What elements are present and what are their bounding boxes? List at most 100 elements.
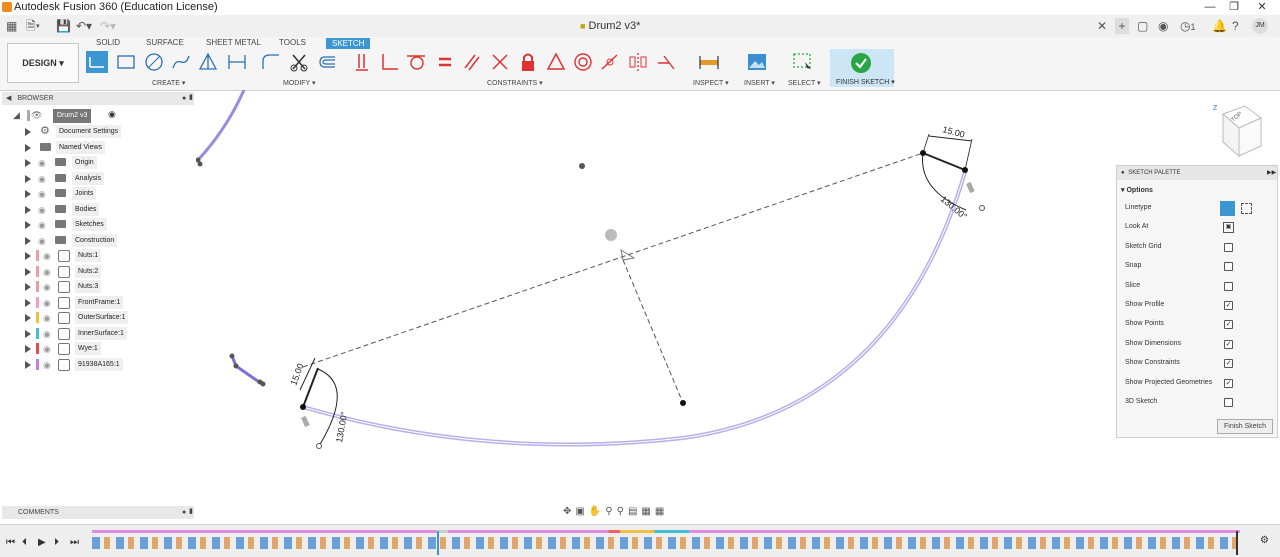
expand-arrow-icon[interactable] [25,128,31,136]
browser-item[interactable]: ◉ Bodies [0,202,195,217]
dimension-tool-icon[interactable] [226,51,248,73]
palette-checkbox[interactable]: ✓ [1224,339,1233,349]
browser-item[interactable]: ◉ Origin [0,155,195,170]
finish-sketch-button[interactable]: FINISH SKETCH ▾ [830,49,895,87]
undo-icon[interactable]: ↶▾ [76,18,92,34]
comments-panel[interactable]: COMMENTS ● ▮ [2,506,194,519]
visibility-eye-icon[interactable]: ◉ [38,174,46,185]
offset-tool-icon[interactable] [317,51,339,73]
browser-expand-icon[interactable]: ▮ [189,91,193,104]
browser-root-row[interactable]: ◢ 👁 Drum2 v3 ◉ [13,109,193,124]
save-icon[interactable]: 💾 [56,18,71,34]
expand-arrow-icon[interactable] [25,143,31,152]
centerline-linetype-icon[interactable] [1241,203,1252,214]
close-tab-icon[interactable]: ✕ [1097,18,1107,34]
expand-arrow-icon[interactable] [25,221,31,229]
equal-constraint-icon[interactable] [434,51,456,73]
palette-option-row[interactable]: Show Points ✓ [1117,316,1277,335]
smooth-constraint-icon[interactable] [599,51,621,73]
grid-menu-icon[interactable]: ▦ [6,18,17,34]
expand-arrow-icon[interactable] [25,283,31,291]
browser-item[interactable]: ◉ Nuts:1 [0,248,195,263]
palette-option-row[interactable]: 3D Sketch [1117,394,1277,413]
palette-checkbox[interactable]: ✓ [1224,320,1233,330]
visibility-eye-icon[interactable]: ◉ [38,158,46,169]
timeline-next-icon[interactable]: ⏵ [54,537,59,548]
palette-checkbox[interactable] [1224,281,1233,291]
expand-arrow-icon[interactable] [25,205,31,214]
expand-arrow-icon[interactable] [25,267,31,276]
expand-root-icon[interactable]: ◢ [13,110,20,121]
tab-tools[interactable]: TOOLS [279,38,306,47]
palette-header[interactable]: ● SKETCH PALETTE ▶▶ [1117,166,1277,180]
modify-menu[interactable]: MODIFY ▾ [283,79,316,87]
visibility-eye-icon[interactable]: ◉ [43,313,51,324]
root-component-label[interactable]: Drum2 v3 [53,109,92,123]
extensions-icon[interactable]: ◉ [1158,18,1168,34]
line-tool-icon[interactable] [86,51,108,73]
palette-option-row[interactable]: Look At ▣ [1117,219,1277,238]
timeline-end-marker[interactable] [1236,531,1238,555]
palette-checkbox[interactable]: ✓ [1224,378,1233,388]
palette-checkbox[interactable]: ✓ [1224,359,1233,369]
visibility-eye-icon[interactable]: ◉ [38,220,46,231]
polygon-tool-icon[interactable] [197,51,219,73]
chat-icon[interactable]: ▢ [1137,18,1148,34]
close-window-button[interactable]: ✕ [1248,0,1276,15]
browser-item[interactable]: ◉ Joints [0,186,195,201]
display-settings-icon[interactable]: ▤ [628,506,641,517]
browser-item[interactable]: ◉ Analysis [0,171,195,186]
visibility-eye-icon[interactable]: ◉ [43,360,51,371]
visibility-eye-icon[interactable]: ◉ [43,282,51,293]
workspace-switcher[interactable]: DESIGN ▾ [7,43,79,83]
measure-icon[interactable] [698,51,720,73]
palette-option-row[interactable]: Show Dimensions ✓ [1117,336,1277,355]
timeline-last-icon[interactable]: ⏭ [70,537,79,548]
grid-settings-icon[interactable]: ▦ [641,506,654,517]
midpoint-constraint-icon[interactable] [545,51,567,73]
palette-option-row[interactable]: Sketch Grid [1117,239,1277,258]
tab-surface[interactable]: SURFACE [146,38,184,47]
comments-options-icon[interactable]: ● [182,506,186,519]
coincident-constraint-icon[interactable] [352,51,374,73]
activate-radio-icon[interactable]: ◉ [108,109,116,120]
job-status-icon[interactable]: ◷1 [1180,18,1196,34]
zoom-icon[interactable]: ⚲ [605,506,616,517]
palette-checkbox[interactable] [1224,398,1233,407]
palette-option-row[interactable]: Show Profile ✓ [1117,297,1277,316]
palette-options-icon[interactable]: ● [1121,170,1125,176]
expand-arrow-icon[interactable] [25,236,31,245]
select-menu[interactable]: SELECT ▾ [788,79,821,87]
expand-arrow-icon[interactable] [25,174,31,183]
browser-item[interactable]: ⚙ Document Settings [0,124,195,139]
document-tab[interactable]: ■ Drum2 v3* [580,17,640,36]
look-at-icon[interactable]: ▣ [575,506,588,517]
timeline-features[interactable] [92,537,1240,549]
visibility-eye-icon[interactable]: 👁 [31,110,42,121]
browser-item[interactable]: Named Views [0,140,195,155]
browser-item[interactable]: ◉ 91938A165:1 [0,357,195,372]
rectangle-tool-icon[interactable] [115,51,137,73]
insert-image-icon[interactable] [746,51,768,73]
palette-option-row[interactable]: Show Constraints ✓ [1117,355,1277,374]
palette-option-row[interactable]: Snap [1117,258,1277,277]
view-cube[interactable]: TOP Z [1205,100,1265,160]
symmetry-constraint-icon[interactable] [627,51,649,73]
user-avatar[interactable]: JM [1252,18,1268,34]
curvature-constraint-icon[interactable] [655,51,677,73]
circle-tool-icon[interactable] [143,51,165,73]
visibility-eye-icon[interactable]: ◉ [43,251,51,262]
fillet-tool-icon[interactable] [260,51,282,73]
palette-collapse-icon[interactable]: ▶▶ [1267,166,1276,180]
expand-arrow-icon[interactable] [25,329,31,338]
constraints-menu[interactable]: CONSTRAINTS ▾ [487,79,543,87]
expand-arrow-icon[interactable] [25,159,31,167]
browser-options-icon[interactable]: ● [182,92,186,105]
look-at-icon[interactable]: ▣ [1223,222,1234,234]
timeline-play-icon[interactable]: ▶ [38,537,46,548]
tab-solid[interactable]: SOLID [96,38,120,47]
timeline-marker[interactable] [437,531,439,555]
palette-finish-sketch-button[interactable]: Finish Sketch [1217,419,1273,434]
spline-tool-icon[interactable] [170,51,192,73]
palette-option-row[interactable]: Linetype [1117,200,1277,219]
